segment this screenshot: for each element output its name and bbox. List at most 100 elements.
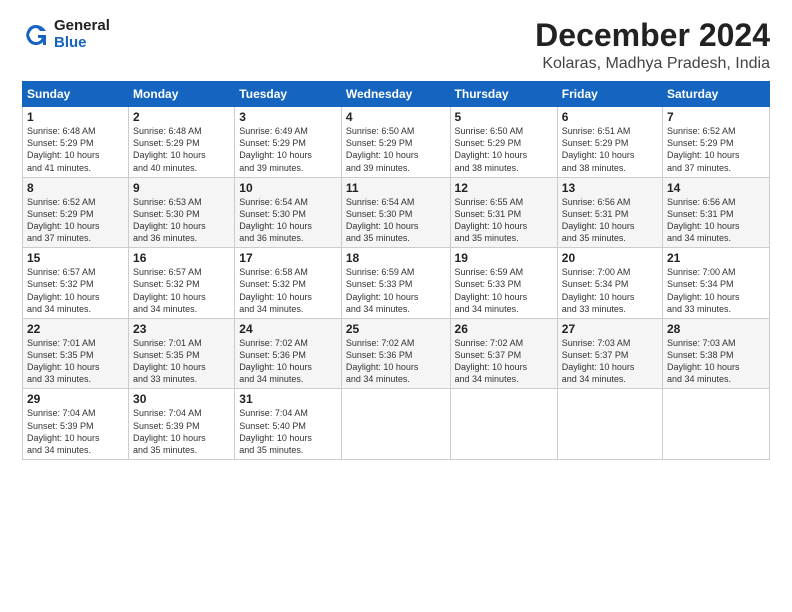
day-number: 28 [667,322,765,336]
calendar-cell: 11Sunrise: 6:54 AM Sunset: 5:30 PM Dayli… [341,177,450,248]
calendar-week-2: 8Sunrise: 6:52 AM Sunset: 5:29 PM Daylig… [23,177,770,248]
calendar-cell: 25Sunrise: 7:02 AM Sunset: 5:36 PM Dayli… [341,318,450,389]
header-tuesday: Tuesday [235,82,342,107]
day-number: 19 [455,251,553,265]
header-wednesday: Wednesday [341,82,450,107]
day-detail: Sunrise: 6:48 AM Sunset: 5:29 PM Dayligh… [133,125,230,174]
day-detail: Sunrise: 6:57 AM Sunset: 5:32 PM Dayligh… [133,266,230,315]
calendar-cell: 18Sunrise: 6:59 AM Sunset: 5:33 PM Dayli… [341,248,450,319]
day-number: 20 [562,251,658,265]
calendar-cell: 8Sunrise: 6:52 AM Sunset: 5:29 PM Daylig… [23,177,129,248]
logo-text: General Blue [54,18,110,51]
calendar-cell: 13Sunrise: 6:56 AM Sunset: 5:31 PM Dayli… [557,177,662,248]
day-number: 31 [239,392,337,406]
day-detail: Sunrise: 7:00 AM Sunset: 5:34 PM Dayligh… [562,266,658,315]
day-detail: Sunrise: 7:04 AM Sunset: 5:39 PM Dayligh… [27,407,124,456]
title-area: December 2024 Kolaras, Madhya Pradesh, I… [535,18,770,73]
calendar-week-1: 1Sunrise: 6:48 AM Sunset: 5:29 PM Daylig… [23,107,770,178]
calendar-cell: 1Sunrise: 6:48 AM Sunset: 5:29 PM Daylig… [23,107,129,178]
logo-icon [22,21,50,49]
calendar-cell: 12Sunrise: 6:55 AM Sunset: 5:31 PM Dayli… [450,177,557,248]
calendar-header-row: Sunday Monday Tuesday Wednesday Thursday… [23,82,770,107]
calendar-cell [450,389,557,460]
page: General Blue December 2024 Kolaras, Madh… [0,0,792,612]
day-detail: Sunrise: 6:55 AM Sunset: 5:31 PM Dayligh… [455,196,553,245]
day-detail: Sunrise: 6:52 AM Sunset: 5:29 PM Dayligh… [27,196,124,245]
day-detail: Sunrise: 6:48 AM Sunset: 5:29 PM Dayligh… [27,125,124,174]
day-number: 7 [667,110,765,124]
calendar-cell: 20Sunrise: 7:00 AM Sunset: 5:34 PM Dayli… [557,248,662,319]
calendar-cell: 3Sunrise: 6:49 AM Sunset: 5:29 PM Daylig… [235,107,342,178]
day-number: 12 [455,181,553,195]
day-detail: Sunrise: 6:50 AM Sunset: 5:29 PM Dayligh… [346,125,446,174]
calendar-cell: 14Sunrise: 6:56 AM Sunset: 5:31 PM Dayli… [663,177,770,248]
calendar-week-5: 29Sunrise: 7:04 AM Sunset: 5:39 PM Dayli… [23,389,770,460]
day-detail: Sunrise: 7:02 AM Sunset: 5:36 PM Dayligh… [239,337,337,386]
day-number: 16 [133,251,230,265]
calendar-cell: 10Sunrise: 6:54 AM Sunset: 5:30 PM Dayli… [235,177,342,248]
day-number: 17 [239,251,337,265]
calendar-week-4: 22 Sunrise: 7:01 AM Sunset: 5:35 PM Dayli… [23,318,770,389]
main-title: December 2024 [535,18,770,53]
calendar-cell: 6Sunrise: 6:51 AM Sunset: 5:29 PM Daylig… [557,107,662,178]
day-detail: Sunrise: 7:04 AM Sunset: 5:40 PM Dayligh… [239,407,337,456]
day-detail: Sunrise: 6:49 AM Sunset: 5:29 PM Dayligh… [239,125,337,174]
day-number: 11 [346,181,446,195]
day-number: 9 [133,181,230,195]
day-number: 23 [133,322,230,336]
day-number: 22 [27,322,124,336]
day-number: 26 [455,322,553,336]
day-detail: Sunrise: 7:01 AM Sunset: 5:35 PM Dayligh… [133,337,230,386]
day-number: 14 [667,181,765,195]
day-detail: Sunrise: 6:52 AM Sunset: 5:29 PM Dayligh… [667,125,765,174]
header-sunday: Sunday [23,82,129,107]
day-detail: Sunrise: 6:54 AM Sunset: 5:30 PM Dayligh… [346,196,446,245]
calendar-cell: 27Sunrise: 7:03 AM Sunset: 5:37 PM Dayli… [557,318,662,389]
header: General Blue December 2024 Kolaras, Madh… [22,18,770,73]
header-friday: Friday [557,82,662,107]
day-detail: Sunrise: 6:50 AM Sunset: 5:29 PM Dayligh… [455,125,553,174]
logo-general-text: General [54,18,110,35]
calendar-cell: 2Sunrise: 6:48 AM Sunset: 5:29 PM Daylig… [129,107,235,178]
day-number: 30 [133,392,230,406]
calendar-cell: 17Sunrise: 6:58 AM Sunset: 5:32 PM Dayli… [235,248,342,319]
day-number: 18 [346,251,446,265]
subtitle: Kolaras, Madhya Pradesh, India [535,55,770,73]
day-detail: Sunrise: 7:00 AM Sunset: 5:34 PM Dayligh… [667,266,765,315]
calendar-cell: 23Sunrise: 7:01 AM Sunset: 5:35 PM Dayli… [129,318,235,389]
calendar-cell [557,389,662,460]
header-saturday: Saturday [663,82,770,107]
calendar-cell: 19Sunrise: 6:59 AM Sunset: 5:33 PM Dayli… [450,248,557,319]
day-number: 10 [239,181,337,195]
logo: General Blue [22,18,110,51]
day-number: 25 [346,322,446,336]
day-number: 15 [27,251,124,265]
header-thursday: Thursday [450,82,557,107]
day-number: 29 [27,392,124,406]
day-detail: Sunrise: 6:56 AM Sunset: 5:31 PM Dayligh… [562,196,658,245]
calendar-cell: 21Sunrise: 7:00 AM Sunset: 5:34 PM Dayli… [663,248,770,319]
calendar: Sunday Monday Tuesday Wednesday Thursday… [22,81,770,460]
calendar-cell: 24Sunrise: 7:02 AM Sunset: 5:36 PM Dayli… [235,318,342,389]
header-monday: Monday [129,82,235,107]
day-detail: Sunrise: 6:59 AM Sunset: 5:33 PM Dayligh… [455,266,553,315]
day-detail: Sunrise: 6:51 AM Sunset: 5:29 PM Dayligh… [562,125,658,174]
day-detail: Sunrise: 7:03 AM Sunset: 5:38 PM Dayligh… [667,337,765,386]
day-number: 1 [27,110,124,124]
calendar-cell: 31Sunrise: 7:04 AM Sunset: 5:40 PM Dayli… [235,389,342,460]
day-number: 6 [562,110,658,124]
day-detail: Sunrise: 6:53 AM Sunset: 5:30 PM Dayligh… [133,196,230,245]
calendar-cell: 26Sunrise: 7:02 AM Sunset: 5:37 PM Dayli… [450,318,557,389]
calendar-cell: 7Sunrise: 6:52 AM Sunset: 5:29 PM Daylig… [663,107,770,178]
day-detail: Sunrise: 6:56 AM Sunset: 5:31 PM Dayligh… [667,196,765,245]
day-number: 21 [667,251,765,265]
day-number: 4 [346,110,446,124]
calendar-cell: 4Sunrise: 6:50 AM Sunset: 5:29 PM Daylig… [341,107,450,178]
day-detail: Sunrise: 6:57 AM Sunset: 5:32 PM Dayligh… [27,266,124,315]
calendar-cell: 16Sunrise: 6:57 AM Sunset: 5:32 PM Dayli… [129,248,235,319]
calendar-week-3: 15Sunrise: 6:57 AM Sunset: 5:32 PM Dayli… [23,248,770,319]
day-detail: Sunrise: 6:54 AM Sunset: 5:30 PM Dayligh… [239,196,337,245]
calendar-cell: 29Sunrise: 7:04 AM Sunset: 5:39 PM Dayli… [23,389,129,460]
calendar-cell: 28Sunrise: 7:03 AM Sunset: 5:38 PM Dayli… [663,318,770,389]
day-detail: Sunrise: 7:02 AM Sunset: 5:37 PM Dayligh… [455,337,553,386]
